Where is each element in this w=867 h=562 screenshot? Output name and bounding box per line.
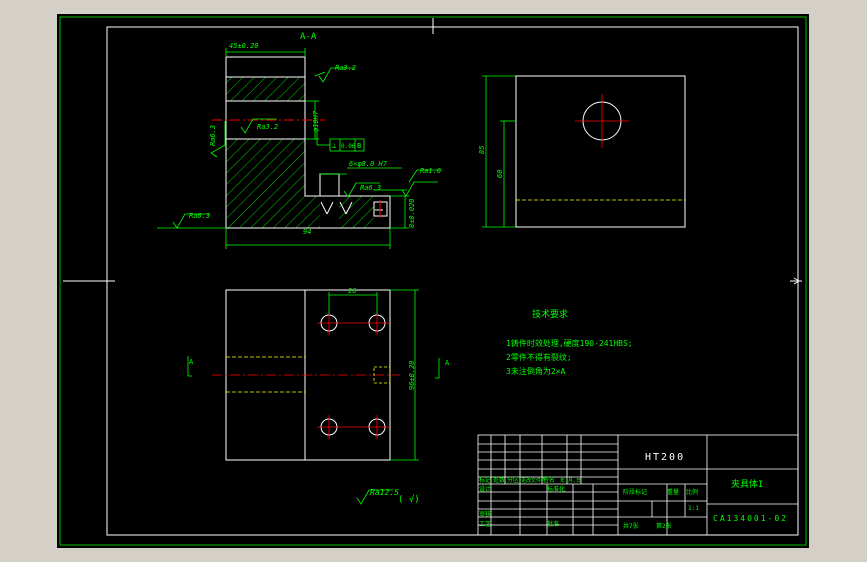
tb-sheets: 共7张 [623, 522, 639, 530]
tolerance-value: 0.06 [341, 143, 356, 150]
dim-top-view-height: 96±0.20 [408, 360, 416, 390]
inner-border [106, 26, 799, 536]
outer-border [59, 16, 807, 546]
tb-part-name: 夹具体I [731, 478, 763, 490]
top-view: 26 96±0.20 A A [187, 287, 450, 461]
section-mark-left: A [189, 358, 194, 366]
dim-bottom-width: 94 [303, 228, 311, 236]
title-block: 标记 处数 分区 更改文件号 签名 年.月.日 设计 标准化 审核 工艺 批准 … [477, 434, 799, 536]
tb-drawing-no: CA134001-02 [713, 514, 788, 523]
tolerance-frame: ⊥ 0.06 B [316, 132, 365, 152]
side-view: 85 60 [478, 75, 686, 228]
tb-material: HT200 [645, 452, 685, 463]
front-section-view [212, 56, 391, 229]
tech-req-line-1: 1铸件时效处理,硬度190-241HBS; [506, 338, 633, 348]
drawing-canvas: A-A 45±0.20 94 φ10H7 6×φ8.0 H7 8±0.020 R… [59, 16, 807, 546]
dim-top-width: 45±0.20 [229, 42, 259, 50]
roughness-general-paren: ( √) [398, 494, 420, 505]
tb-design: 设计 [479, 485, 491, 493]
roughness-1: Ra3.2 [335, 64, 356, 72]
dim-height-right: 8±0.020 [408, 198, 416, 228]
section-label: A-A [300, 32, 317, 42]
tolerance-symbol: ⊥ [332, 142, 336, 150]
cad-viewport[interactable]: A-A 45±0.20 94 φ10H7 6×φ8.0 H7 8±0.020 R… [57, 14, 809, 548]
tech-req-title: 技术要求 [532, 308, 568, 320]
tech-req-line-3: 3未注倒角为2×A [506, 366, 565, 376]
tb-scale: 1:1 [688, 505, 699, 512]
roughness-6: Ra1.6 [420, 167, 441, 175]
tb-sheet-no: 第2张 [656, 522, 672, 530]
tb-standard: 标准化 [547, 485, 565, 493]
centering-marks [63, 18, 802, 285]
tb-ratio: 比例 [686, 488, 698, 496]
tb-review: 审核 [479, 510, 491, 518]
roughness-3: Ra6.3 [209, 125, 217, 146]
dim-top-view-width: 26 [348, 287, 356, 295]
dim-hole-dia: φ10H7 [312, 110, 320, 132]
tolerance-datum: B [357, 142, 361, 150]
dim-side-inner: 60 [496, 170, 504, 178]
tb-zone: 分区 [507, 476, 519, 484]
tech-requirements: 技术要求 1铸件时效处理,硬度190-241HBS; 2零件不得有裂纹; 3未注… [506, 308, 633, 376]
dim-side-height: 85 [478, 146, 486, 154]
section-mark-right: A [445, 359, 450, 367]
dim-hole-spec: 6×φ8.0 H7 [349, 160, 388, 168]
roughness-general: Ra12.5 [370, 488, 399, 497]
roughness-4: Ra6.3 [189, 212, 210, 220]
tb-stage-mark: 阶段标记 [623, 488, 647, 496]
tb-weight: 重量 [667, 488, 679, 496]
tech-req-line-2: 2零件不得有裂纹; [506, 352, 572, 362]
tb-sign: 签名 [543, 476, 555, 484]
tb-mark: 标记 [479, 476, 491, 484]
tb-process: 工艺 [479, 520, 491, 528]
tb-date: 年.月.日 [560, 477, 581, 484]
roughness-5: Ra6.3 [360, 184, 381, 192]
roughness-2: Ra3.2 [257, 123, 278, 131]
tb-approve: 批准 [547, 520, 559, 528]
tb-count: 处数 [493, 476, 505, 484]
